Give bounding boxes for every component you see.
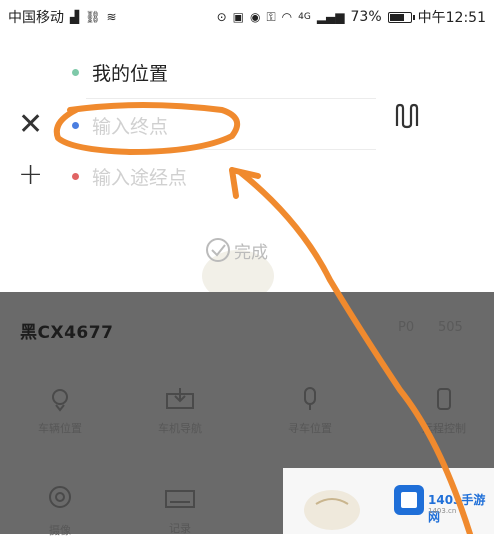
status-left: 中国移动 ▟ ⛓ ≋ [8,7,117,27]
action-label: 车辆位置 [38,422,82,435]
eye-icon: ◉ [250,10,261,24]
action-label: 摄像 [49,524,71,537]
signal-icon: ▂▄▆ [316,10,345,24]
wifi-icon: ◠ [281,10,293,24]
done-button[interactable]: 完成 [234,238,268,263]
origin-dot [72,69,79,76]
swap-icon[interactable] [394,102,420,130]
origin-label: 我的位置 [92,62,169,85]
camera-icon [49,486,71,508]
action-camera[interactable]: 摄像 [10,484,110,538]
status-bar: 中国移动 ▟ ⛓ ≋ ⊙ ▣ ◉ ⚿ ◠ 4G ▂▄▆ 73% 中午12:51 [0,0,494,34]
destination-input[interactable]: 输入终点 [92,112,168,139]
car-nav-icon [166,388,194,409]
battery-fill [389,13,404,21]
vehicle-plate: 黑CX4677 [20,323,114,343]
carrier-label: 中国移动 [8,10,64,26]
action-label: 寻车位置 [288,422,332,435]
record-icon [165,490,195,508]
battery-icon [387,11,415,23]
waypoint-input[interactable]: 输入途经点 [92,163,187,190]
hd-icon: ▣ [232,10,245,24]
activity-icon: ▟ [70,10,80,24]
destination-divider [86,149,376,150]
remote-icon [437,388,451,410]
action-car-nav[interactable]: 车机导航 [130,386,230,436]
waypoint-row[interactable]: 输入途经点 [0,151,494,201]
origin-divider [86,98,376,99]
action-remote[interactable]: 远程控制 [394,386,494,436]
network-type: 4G [298,11,311,22]
origin-row[interactable]: 我的位置 [0,47,494,97]
clock: 中午12:51 [417,10,486,26]
key-icon: ⚿ [266,10,276,24]
cube-icon [401,492,417,508]
vehicle-info-b: 505 [438,320,463,335]
location-icon: ⊙ [216,10,227,24]
wifi-assist-icon: ≋ [106,10,117,24]
action-car-location[interactable]: 车辆位置 [10,386,110,436]
logo-sub: 1403.cn [428,507,457,515]
battery-percent: 73% [350,9,382,25]
vehicle-info-a: P0 [398,320,415,335]
action-record[interactable]: 记录 [130,488,230,536]
logo-icon [394,485,424,515]
mascot-watermark-icon [304,490,360,530]
link-icon: ⛓ [85,10,101,24]
action-find-car[interactable]: 寻车位置 [260,386,360,436]
action-label: 车机导航 [158,422,202,435]
action-label: 远程控制 [422,422,466,435]
status-right: ⊙ ▣ ◉ ⚿ ◠ 4G ▂▄▆ 73% 中午12:51 [217,7,486,27]
destination-dot [72,122,79,129]
car-location-icon [52,389,68,412]
find-car-icon [304,387,316,410]
waypoint-dot [72,173,79,180]
